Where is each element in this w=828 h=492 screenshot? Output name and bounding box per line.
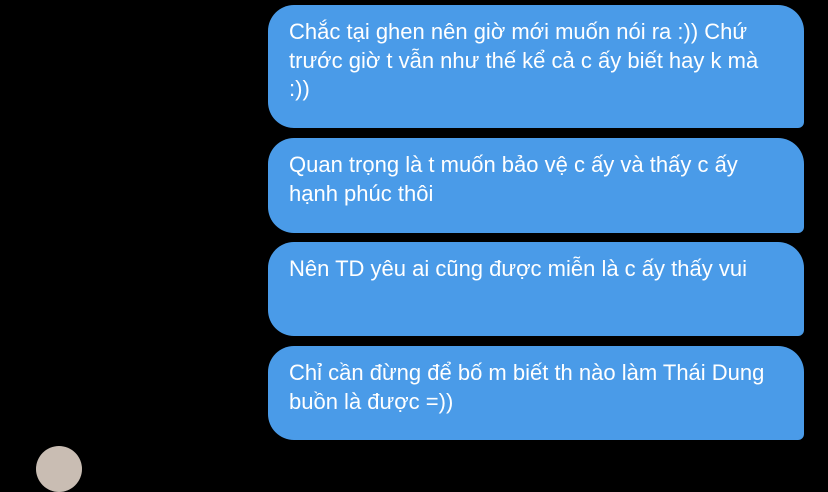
message-bubble[interactable]: Chắc tại ghen nên giờ mới muốn nói ra :)… bbox=[268, 5, 804, 128]
message-bubble[interactable]: Quan trọng là t muốn bảo vệ c ấy và thấy… bbox=[268, 138, 804, 233]
message-bubble[interactable]: Nên TD yêu ai cũng được miễn là c ấy thấ… bbox=[268, 242, 804, 336]
message-bubble[interactable]: Chỉ cần đừng để bố m biết th nào làm Thá… bbox=[268, 346, 804, 440]
chat-thread: Chắc tại ghen nên giờ mới muốn nói ra :)… bbox=[0, 0, 828, 492]
